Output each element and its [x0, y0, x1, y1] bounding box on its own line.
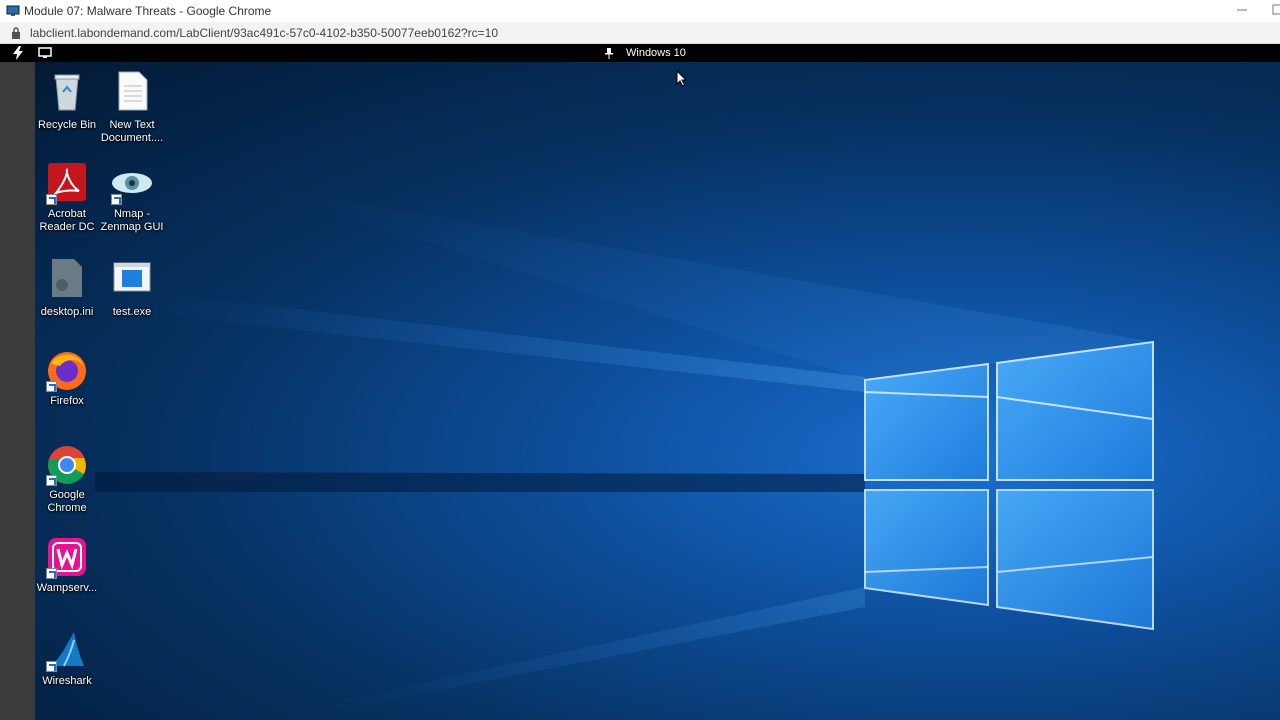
lightning-icon[interactable] — [12, 46, 24, 60]
desktop-icon-recycle-bin[interactable]: Recycle Bin — [35, 70, 100, 132]
icon-label: Google Chrome — [47, 489, 87, 514]
desktop-icon-firefox[interactable]: Firefox — [35, 350, 100, 408]
icon-label: Acrobat Reader DC — [39, 208, 95, 233]
window-title: Module 07: Malware Threats - Google Chro… — [24, 4, 272, 18]
ini-file-icon — [52, 259, 82, 297]
text-document-icon — [118, 71, 148, 111]
windows-desktop[interactable]: Recycle Bin Acrobat Reader DC desktop.in… — [35, 62, 1280, 720]
desktop-icon-wireshark[interactable]: Wireshark — [35, 630, 100, 688]
shortcut-arrow-icon — [46, 381, 57, 392]
pin-icon[interactable] — [604, 47, 614, 59]
desktop-icon-nmap[interactable]: Nmap - Zenmap GUI — [99, 163, 165, 234]
monitor-icon[interactable] — [38, 46, 52, 60]
desktop-icon-acrobat[interactable]: Acrobat Reader DC — [35, 163, 100, 234]
windows-logo-wallpaper — [95, 182, 1154, 720]
icon-label: Wireshark — [42, 675, 92, 687]
shortcut-arrow-icon — [46, 661, 57, 672]
icon-label: test.exe — [112, 306, 152, 318]
icon-label: Wampserv... — [36, 582, 98, 594]
icon-label: New Text Document.... — [100, 119, 164, 144]
recycle-bin-icon — [54, 74, 80, 111]
shortcut-arrow-icon — [111, 194, 122, 205]
url-text[interactable]: labclient.labondemand.com/LabClient/93ac… — [30, 26, 498, 40]
desktop-icon-wampserver[interactable]: Wampserv... — [35, 537, 100, 595]
shortcut-arrow-icon — [46, 475, 57, 486]
icon-label: Firefox — [50, 395, 84, 407]
remote-desktop-icon — [6, 5, 20, 16]
lab-session-toolbar: Windows 10 — [0, 44, 1280, 62]
maximize-button[interactable] — [1272, 2, 1280, 16]
address-bar[interactable]: labclient.labondemand.com/LabClient/93ac… — [0, 22, 1280, 44]
lock-icon — [12, 26, 20, 39]
side-panel-strip — [0, 62, 35, 720]
shortcut-arrow-icon — [46, 568, 57, 579]
browser-title-bar[interactable]: Module 07: Malware Threats - Google Chro… — [0, 0, 1280, 22]
icon-label: Recycle Bin — [37, 119, 97, 131]
icon-label: Nmap - Zenmap GUI — [100, 208, 164, 233]
vm-name-label[interactable]: Windows 10 — [626, 47, 686, 59]
desktop-icon-new-text-document[interactable]: New Text Document.... — [99, 70, 165, 145]
desktop-icon-chrome[interactable]: Google Chrome — [35, 444, 100, 515]
exe-file-icon — [113, 262, 151, 292]
icon-label: desktop.ini — [40, 306, 94, 318]
minimize-button[interactable] — [1236, 2, 1248, 14]
shortcut-arrow-icon — [46, 194, 57, 205]
desktop-icon-desktop-ini[interactable]: desktop.ini — [35, 257, 100, 319]
mouse-cursor-icon — [676, 70, 688, 87]
desktop-icon-test-exe[interactable]: test.exe — [99, 257, 165, 319]
